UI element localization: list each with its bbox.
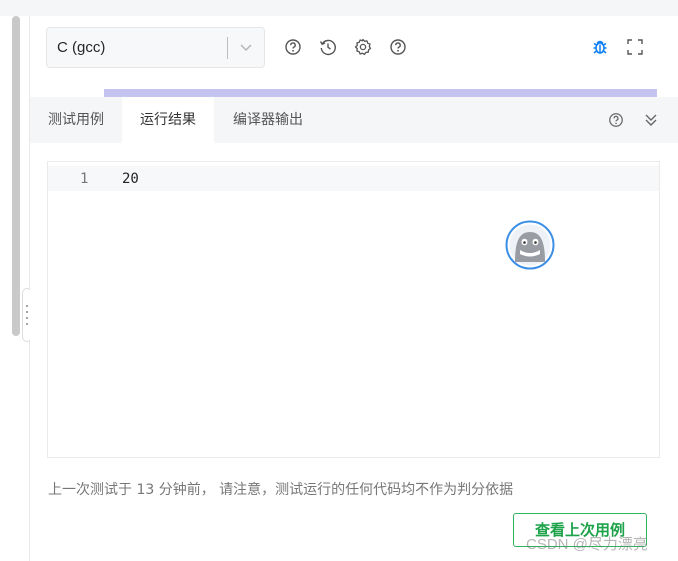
tab-label: 测试用例: [48, 112, 104, 128]
history-icon[interactable]: [319, 38, 337, 56]
watermark: CSDN @尽力漂亮: [526, 536, 648, 553]
collapse-icon[interactable]: [643, 112, 659, 128]
editor-toolbar: C (gcc): [30, 16, 678, 103]
tab-run-result[interactable]: 运行结果: [122, 97, 214, 143]
help-circle-icon[interactable]: [284, 38, 302, 56]
language-select[interactable]: C (gcc): [46, 27, 265, 68]
caret-up-icon: [666, 88, 670, 103]
settings-icon[interactable]: [354, 38, 372, 56]
tab-test-cases[interactable]: 测试用例: [30, 97, 122, 143]
result-tabs: 测试用例 运行结果 编译器输出: [30, 97, 678, 143]
output-line: 1 20: [48, 166, 659, 191]
grip-dot: [26, 317, 28, 319]
mascot-avatar-icon[interactable]: [505, 220, 555, 270]
help-circle-icon[interactable]: [608, 112, 624, 128]
grip-dot: [26, 305, 28, 307]
bug-icon[interactable]: [591, 38, 609, 56]
top-strip: [0, 0, 678, 16]
select-separator: [227, 37, 228, 59]
help-circle-icon[interactable]: [389, 38, 407, 56]
grip-dot: [26, 323, 28, 325]
fullscreen-icon[interactable]: [626, 38, 644, 56]
last-test-notice: 上一次测试于 13 分钟前， 请注意，测试运行的任何代码均不作为判分依据: [48, 482, 514, 498]
line-text: 20: [122, 171, 139, 187]
tab-label: 编译器输出: [233, 112, 303, 128]
tab-compiler-output[interactable]: 编译器输出: [214, 97, 322, 143]
progress-end: [662, 89, 678, 97]
result-panel: 1 20 上一次测试于 13 分钟前， 请注意，测试运行的任何代码均不作为判分依…: [30, 143, 678, 561]
output-viewer[interactable]: 1 20: [47, 161, 660, 458]
line-number: 1: [80, 171, 89, 187]
grip-dot: [26, 311, 28, 313]
scrollbar-thumb[interactable]: [12, 16, 20, 336]
tab-label: 运行结果: [140, 112, 196, 128]
chevron-down-icon[interactable]: [238, 39, 254, 55]
language-value: C (gcc): [57, 39, 106, 56]
progress-bar: [104, 89, 657, 97]
